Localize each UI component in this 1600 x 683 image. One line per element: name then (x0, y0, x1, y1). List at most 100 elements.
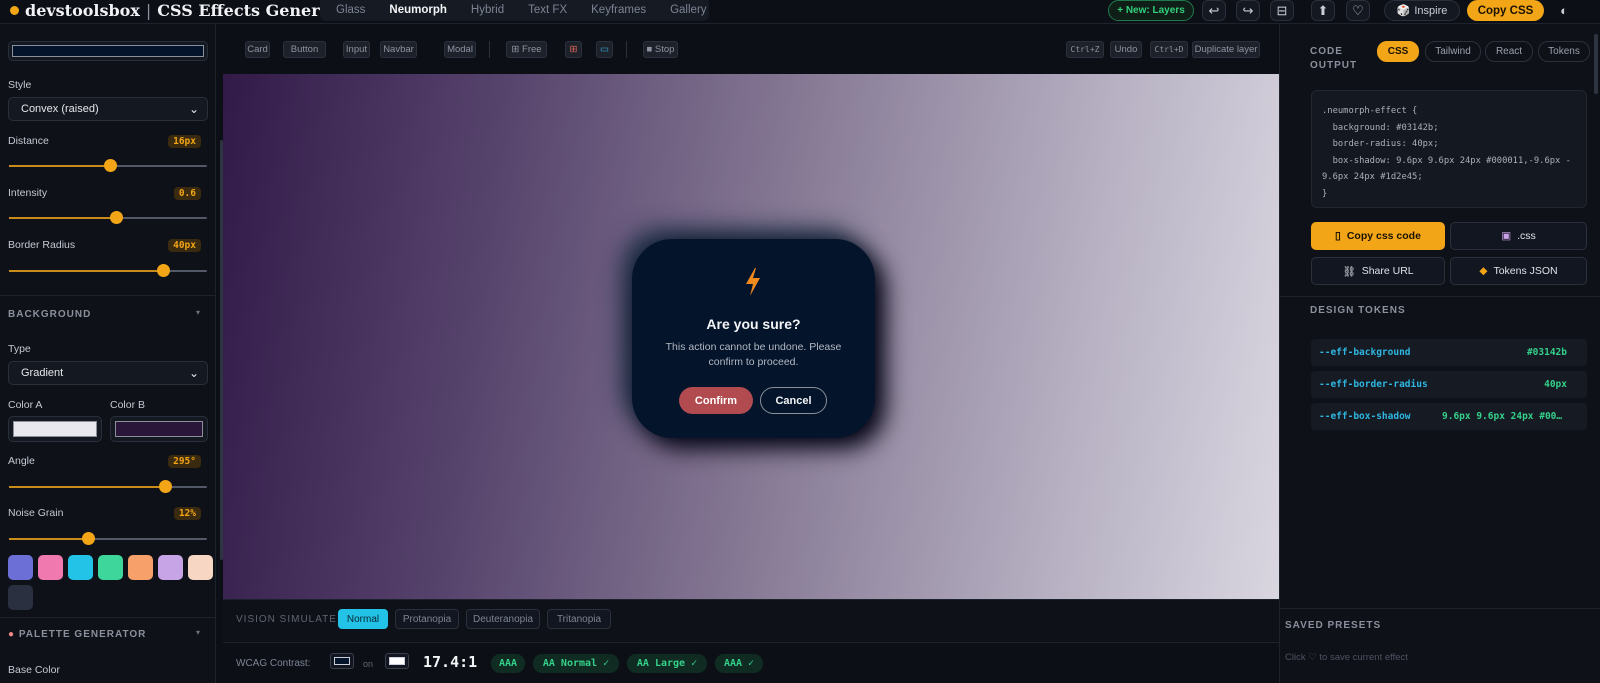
inspire-button[interactable]: 🎲 Inspire (1384, 0, 1460, 21)
grid-toggle-icon[interactable]: ⊞ (565, 41, 582, 58)
css-code-block[interactable]: .neumorph-effect { background: #03142b; … (1311, 90, 1587, 208)
code-output-title-line2: OUTPUT (1310, 60, 1358, 71)
tab-react[interactable]: React (1485, 41, 1533, 62)
code-output-title: CODE OUTPUT (1310, 45, 1357, 73)
type-select[interactable]: Gradient ⌄ (8, 361, 208, 385)
toolbar-divider (626, 41, 627, 58)
section-divider (0, 617, 216, 618)
design-tokens-header: DESIGN TOKENS (1310, 305, 1406, 316)
preset-card-button[interactable]: Card (245, 41, 270, 58)
vision-deuteranopia-button[interactable]: Deuteranopia (466, 609, 540, 629)
toolbar-divider (489, 41, 490, 58)
vision-protanopia-button[interactable]: Protanopia (395, 609, 459, 629)
heart-icon[interactable]: ♡ (1346, 0, 1370, 21)
preset-swatch[interactable] (8, 555, 33, 580)
download-css-button[interactable]: ▣ .css (1450, 222, 1587, 250)
cancel-button[interactable]: Cancel (760, 387, 827, 414)
distance-slider[interactable] (9, 159, 207, 172)
color-a-picker[interactable] (8, 416, 102, 442)
radius-value: 40px (168, 239, 201, 252)
panel-divider (1280, 296, 1600, 297)
preset-modal-button[interactable]: Modal (444, 41, 476, 58)
preset-swatch[interactable] (158, 555, 183, 580)
token-row[interactable]: --eff-background #03142b (1311, 339, 1587, 366)
preset-swatch[interactable] (188, 555, 213, 580)
color-b-picker[interactable] (110, 416, 208, 442)
preset-button-button[interactable]: Button (283, 41, 326, 58)
collapse-chevron-icon[interactable]: ▾ (196, 308, 200, 317)
preset-input-button[interactable]: Input (343, 41, 370, 58)
tab-tailwind[interactable]: Tailwind (1425, 41, 1481, 62)
preset-swatch[interactable] (98, 555, 123, 580)
noise-slider-handle[interactable] (82, 532, 96, 545)
palette-icon: ● (8, 629, 16, 640)
collapse-chevron-icon[interactable]: ▾ (196, 628, 200, 637)
token-row[interactable]: --eff-box-shadow 9.6px 9.6px 24px #00001… (1311, 403, 1587, 430)
vision-normal-button[interactable]: Normal (338, 609, 388, 629)
free-mode-button[interactable]: ⊞ Free (506, 41, 547, 58)
radius-label: Border Radius (8, 239, 76, 251)
radius-slider-handle[interactable] (157, 264, 171, 277)
palette-section-header[interactable]: ● PALETTE GENERATOR (8, 629, 146, 640)
preset-navbar-button[interactable]: Navbar (380, 41, 417, 58)
angle-slider[interactable] (9, 480, 207, 493)
neumorph-preview-card[interactable]: Are you sure? This action cannot be undo… (632, 239, 875, 438)
intensity-slider[interactable] (9, 211, 207, 224)
tab-hybrid[interactable]: Hybrid (459, 2, 516, 19)
tab-neumorph[interactable]: Neumorph (377, 2, 459, 19)
style-select[interactable]: Convex (raised) ⌄ (8, 97, 208, 121)
share-url-button[interactable]: ⛓ Share URL (1311, 257, 1445, 285)
redo-icon[interactable]: ↪ (1236, 0, 1260, 21)
angle-slider-fill (9, 486, 166, 488)
tab-tokens[interactable]: Tokens (1538, 41, 1590, 62)
share-url-label: Share URL (1361, 265, 1414, 277)
top-bar: devstoolsbox | CSS Effects Generator Gla… (0, 0, 1600, 24)
tab-gallery[interactable]: Gallery (658, 2, 718, 19)
top-color-field[interactable] (8, 41, 208, 61)
dice-icon: 🎲 (1396, 5, 1411, 17)
copy-css-button[interactable]: Copy CSS (1467, 0, 1544, 21)
copy-css-code-button[interactable]: ▯ Copy css code (1311, 222, 1445, 250)
distance-slider-handle[interactable] (103, 159, 117, 172)
undo-button[interactable]: Undo (1110, 41, 1142, 58)
undo-icon[interactable]: ↩ (1202, 0, 1226, 21)
tab-glass[interactable]: Glass (324, 2, 377, 19)
tab-css[interactable]: CSS (1377, 41, 1419, 62)
preset-swatch[interactable] (38, 555, 63, 580)
preview-canvas[interactable]: Are you sure? This action cannot be undo… (223, 74, 1279, 599)
tokens-json-button[interactable]: ◆ Tokens JSON (1450, 257, 1587, 285)
token-value: 40px (1544, 379, 1567, 390)
title-separator: | (145, 0, 152, 20)
color-a-swatch (13, 421, 97, 437)
vision-tritanopia-button[interactable]: Tritanopia (547, 609, 611, 629)
noise-value: 12% (173, 507, 201, 520)
tab-keyframes[interactable]: Keyframes (579, 2, 658, 19)
noise-slider[interactable] (9, 532, 207, 545)
background-section-header[interactable]: BACKGROUND (8, 309, 91, 320)
preset-swatch[interactable] (68, 555, 93, 580)
new-layers-badge[interactable]: + New: Layers (1108, 0, 1194, 21)
dialog-message: This action cannot be undone. Please con… (665, 341, 842, 368)
app-logo[interactable]: devstoolsbox | CSS Effects Generator (10, 0, 357, 20)
angle-slider-handle[interactable] (159, 480, 173, 493)
angle-value: 295° (168, 455, 201, 468)
panel-scrollbar[interactable] (1594, 34, 1598, 94)
token-row[interactable]: --eff-border-radius 40px (1311, 371, 1587, 398)
radius-slider[interactable] (9, 264, 207, 277)
package-icon: ◆ (1479, 265, 1488, 277)
chevron-down-icon: ⌄ (188, 366, 199, 380)
preset-swatch[interactable] (128, 555, 153, 580)
upload-icon[interactable]: ⬆ (1311, 0, 1335, 21)
confirm-button[interactable]: Confirm (679, 387, 753, 414)
style-label: Style (8, 79, 32, 91)
duplicate-shortcut: Ctrl+D (1150, 41, 1188, 58)
stop-button[interactable]: ■ Stop (643, 41, 678, 58)
preset-swatch[interactable] (8, 585, 33, 610)
code-output-title-line1: CODE (1310, 46, 1343, 57)
monitor-icon[interactable]: ▭ (596, 41, 613, 58)
theme-toggle-icon[interactable]: ◐ (1552, 0, 1576, 21)
tab-text-fx[interactable]: Text FX (516, 2, 579, 19)
duplicate-layer-button[interactable]: Duplicate layer (1192, 41, 1260, 58)
layout-icon[interactable]: ⊟ (1270, 0, 1294, 21)
intensity-slider-handle[interactable] (109, 211, 123, 224)
